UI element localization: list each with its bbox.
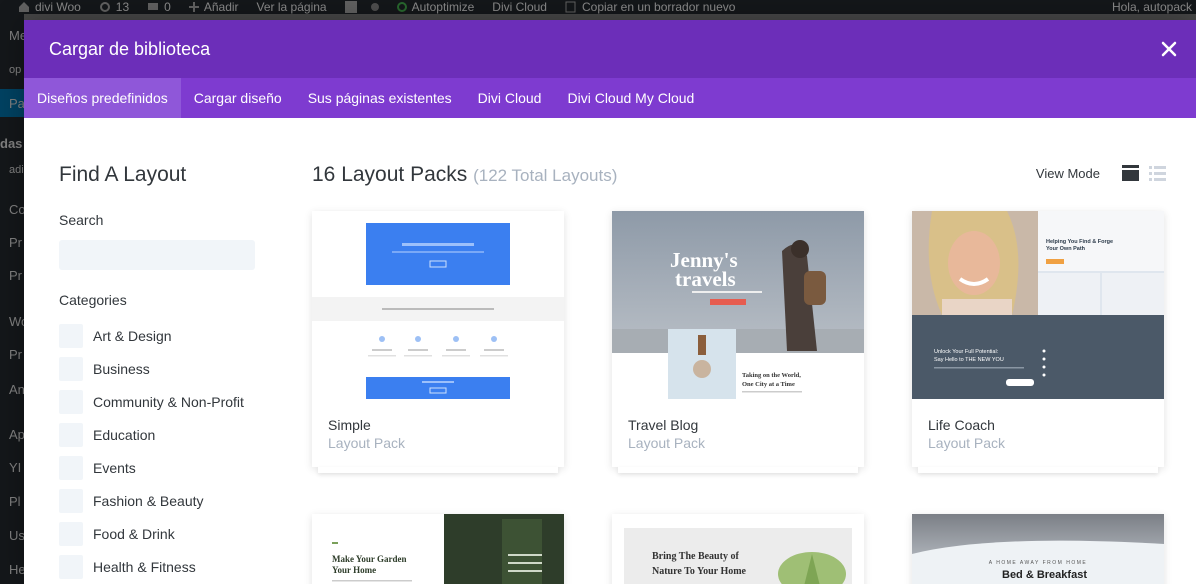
modal-tabs: Diseños predefinidos Cargar diseño Sus p… [24,78,1196,118]
garden-preview-image: Make Your Garden Your Home [312,514,564,584]
thumb-sub-line2: Say Hello to THE NEW YOU [934,357,1004,363]
layout-card-garden[interactable]: Make Your Garden Your Home [312,514,564,584]
modal-content: Find A Layout Search Categories Art & De… [24,118,1196,584]
thumb-caption-line2: One City at a Time [742,381,795,388]
layout-card-travel-blog[interactable]: Jenny's travels Taking on the World, One… [612,211,864,473]
view-mode-label: View Mode [1035,165,1100,181]
thumb-heading-line1: Helping You Find & Forge [1046,239,1113,245]
simple-preview-image [312,211,564,399]
category-checkbox[interactable] [59,488,83,513]
category-label: Events [93,459,136,476]
layout-card-life-coach[interactable]: Helping You Find & Forge Your Own Path U… [912,211,1164,473]
category-checkbox[interactable] [59,323,83,348]
thumb-caption-line1: Taking on the World, [742,372,801,379]
category-health-fitness[interactable]: Health & Fitness [59,550,244,583]
tab-existing-pages[interactable]: Sus páginas existentes [295,78,465,118]
close-icon[interactable] [1160,40,1178,58]
layout-type: Layout Pack [928,435,1006,451]
category-checkbox[interactable] [59,521,83,546]
thumb-text-line2: Your Home [332,565,376,575]
category-label: Food & Drink [93,525,175,542]
tab-load-layout[interactable]: Cargar diseño [181,78,295,118]
load-library-modal: Cargar de biblioteca Diseños predefinido… [24,20,1196,584]
category-checkbox[interactable] [59,389,83,414]
bed-breakfast-preview-image: A HOME AWAY FROM HOME Bed & Breakfast [912,514,1164,584]
layout-thumbnail [312,211,564,399]
modal-header: Cargar de biblioteca [24,20,1196,78]
category-food-drink[interactable]: Food & Drink [59,517,244,550]
thumb-sub-line1: Unlock Your Full Potential: [934,349,999,355]
category-label: Health & Fitness [93,558,196,575]
layout-name: Life Coach [928,417,995,433]
layout-packs-count: 16 Layout Packs [312,163,468,186]
total-layouts-count: (122 Total Layouts) [473,166,618,185]
thumb-heading-line2: Your Own Path [1046,246,1086,252]
life-coach-preview-image: Helping You Find & Forge Your Own Path U… [912,211,1164,399]
layout-name: Travel Blog [628,417,699,433]
category-art-design[interactable]: Art & Design [59,319,244,352]
category-fashion-beauty[interactable]: Fashion & Beauty [59,484,244,517]
category-checkbox[interactable] [59,554,83,579]
view-mode-switcher: View Mode [1036,165,1166,181]
thumb-eyebrow: A HOME AWAY FROM HOME [989,560,1087,566]
category-community[interactable]: Community & Non-Profit [59,385,244,418]
category-business[interactable]: Business [59,352,244,385]
layout-thumbnail: Jenny's travels Taking on the World, One… [612,211,864,399]
category-checkbox[interactable] [59,422,83,447]
tab-divi-cloud-my-cloud[interactable]: Divi Cloud My Cloud [554,78,707,118]
thumb-text-line1: Bring The Beauty of [652,551,739,562]
category-checkbox[interactable] [59,455,83,480]
thumb-text-line2: Nature To Your Home [652,566,747,577]
categories-label: Categories [59,292,127,308]
modal-title: Cargar de biblioteca [49,38,211,59]
search-input[interactable] [59,240,255,270]
layout-packs-title: 16 Layout Packs (122 Total Layouts) [312,163,617,187]
layout-thumbnail: Helping You Find & Forge Your Own Path U… [912,211,1164,399]
find-layout-title: Find A Layout [59,163,187,186]
layout-name: Simple [328,417,371,433]
category-label: Art & Design [93,327,172,344]
travel-blog-preview-image: Jenny's travels Taking on the World, One… [612,211,864,399]
tab-divi-cloud[interactable]: Divi Cloud [465,78,555,118]
thumb-title-line2: travels [675,267,736,291]
layout-type: Layout Pack [628,435,706,451]
search-label: Search [59,212,104,228]
category-label: Community & Non-Profit [93,393,244,410]
category-label: Education [93,426,156,443]
layout-card-bed-breakfast[interactable]: A HOME AWAY FROM HOME Bed & Breakfast [912,514,1164,584]
category-label: Business [93,360,150,377]
nature-preview-image: Bring The Beauty of Nature To Your Home [612,514,864,584]
layout-card-nature[interactable]: Bring The Beauty of Nature To Your Home [612,514,864,584]
tab-predefined-layouts[interactable]: Diseños predefinidos [24,78,181,118]
thumb-text: Bed & Breakfast [1002,569,1087,581]
thumb-text-line1: Make Your Garden [332,554,407,564]
category-education[interactable]: Education [59,418,244,451]
category-list: Art & Design Business Community & Non-Pr… [59,319,244,583]
list-view-icon[interactable] [1149,165,1166,181]
layout-card-simple[interactable]: Simple Layout Pack [312,211,564,473]
category-label: Fashion & Beauty [93,492,204,509]
layout-type: Layout Pack [328,435,406,451]
grid-view-icon[interactable] [1122,165,1139,181]
category-events[interactable]: Events [59,451,244,484]
category-checkbox[interactable] [59,356,83,381]
